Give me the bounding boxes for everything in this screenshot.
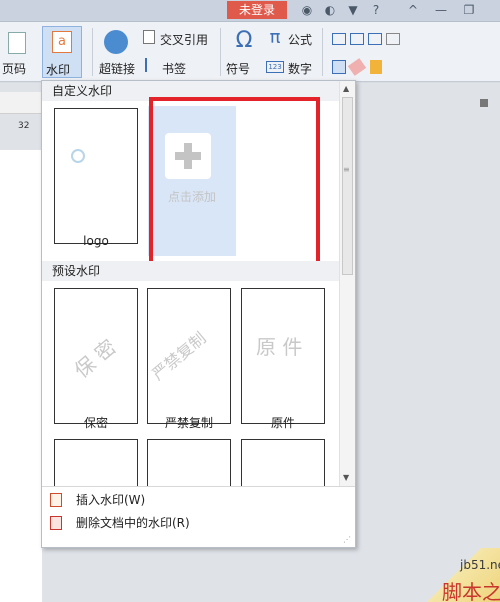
title-bar: 未登录 ◉ ◐ ▼ ? ^ — ❐ — [0, 0, 500, 22]
watermark-thumbnail[interactable] — [241, 439, 325, 486]
restore-icon[interactable]: ❐ — [462, 3, 476, 17]
site-url: jb51.net — [460, 558, 500, 572]
watermark-button[interactable]: a 水印 — [42, 26, 82, 78]
globe-icon — [104, 30, 128, 54]
textbox-icon[interactable] — [332, 33, 346, 45]
hyperlink-button[interactable]: 超链接 — [99, 60, 135, 77]
form-icon[interactable] — [368, 33, 382, 45]
number-button[interactable]: 数字 — [288, 60, 312, 77]
ribbon-separator — [92, 28, 93, 76]
symbol-button[interactable]: 符号 — [226, 60, 250, 77]
cross-reference-button[interactable]: 交叉引用 — [160, 31, 208, 48]
table-icon[interactable] — [386, 33, 400, 45]
cross-reference-icon — [143, 30, 155, 44]
watermark-thumbnail-original[interactable]: 原 件 — [241, 288, 325, 424]
insert-watermark-icon — [50, 493, 62, 507]
watermark-thumbnail[interactable] — [147, 439, 231, 486]
watermark-label-logo: logo — [83, 234, 109, 248]
bookmark-icon — [145, 58, 155, 72]
minimize-icon[interactable]: — — [434, 3, 448, 17]
insert-watermark-label: 插入水印(W) — [76, 493, 146, 507]
preset-watermark-section-title: 预设水印 — [42, 261, 339, 281]
menu-divider — [42, 486, 355, 487]
scroll-thumb[interactable] — [342, 97, 353, 275]
eraser-icon[interactable] — [347, 58, 367, 76]
skin-icon[interactable]: ◐ — [323, 3, 337, 17]
panel-scrollbar[interactable]: ▲ ≡ ▼ — [339, 81, 355, 486]
delete-watermark-label: 删除文档中的水印(R) — [76, 516, 190, 530]
symbol-icon: Ω — [235, 28, 253, 53]
insert-watermark-menu-item[interactable]: 插入水印(W) — [50, 490, 340, 510]
watermark-thumbnail[interactable] — [54, 439, 138, 486]
login-button[interactable]: 未登录 — [227, 1, 287, 19]
watermark-icon: a — [52, 31, 72, 53]
horizontal-ruler — [0, 92, 42, 114]
scroll-down-icon[interactable]: ▼ — [343, 473, 349, 482]
ribbon-separator — [322, 28, 323, 76]
formula-button[interactable]: 公式 — [288, 31, 312, 48]
ruler-number: 32 — [18, 121, 30, 131]
logo-watermark-icon — [71, 149, 123, 167]
watermark-text: 严禁复制 — [148, 328, 210, 385]
watermark-dropdown-panel: 自定义水印 logo 点击添加 预设水印 保 密 保密 严禁复制 严禁复制 原 … — [41, 80, 356, 548]
watermark-label-confidential: 保密 — [83, 416, 108, 430]
watermark-text: 原 件 — [256, 335, 303, 359]
watermark-thumbnail-confidential[interactable]: 保 密 — [54, 288, 138, 424]
watermark-label-no-copy: 严禁复制 — [164, 416, 213, 430]
delete-watermark-menu-item[interactable]: 删除文档中的水印(R) — [50, 513, 340, 533]
resize-grip-icon[interactable]: ⋰ — [343, 535, 351, 544]
formula-icon: π — [269, 27, 281, 48]
checkbox-icon[interactable] — [350, 33, 364, 45]
watermark-thumbnail-logo[interactable] — [54, 108, 138, 244]
site-name: 脚本之家 — [442, 580, 500, 602]
collapse-icon[interactable]: ^ — [406, 3, 420, 17]
page-number-button[interactable]: 页码 — [2, 60, 26, 77]
number-icon: 123 — [266, 61, 284, 73]
watermark-label-original: 原件 — [270, 416, 295, 430]
scroll-up-icon[interactable]: ▲ — [343, 84, 349, 93]
help-icon[interactable]: ? — [369, 3, 383, 17]
watermark-thumbnail-no-copy[interactable]: 严禁复制 — [147, 288, 231, 424]
highlight-annotation-box — [149, 97, 320, 272]
bookmark-button[interactable]: 书签 — [162, 60, 186, 77]
ruler-toggle-icon[interactable] — [480, 99, 488, 107]
settings-icon[interactable]: ◉ — [300, 3, 314, 17]
page-number-icon — [8, 32, 26, 54]
watermark-text: 保 密 — [69, 334, 121, 383]
site-watermark: jb51.net 脚本之家 — [420, 548, 500, 602]
lock-icon[interactable] — [370, 60, 382, 74]
ribbon-separator — [220, 28, 221, 76]
delete-watermark-icon — [50, 516, 62, 530]
scroll-grip-icon: ≡ — [343, 165, 350, 174]
shirt-icon[interactable]: ▼ — [346, 3, 360, 17]
watermark-button-label: 水印 — [46, 63, 71, 77]
document-page[interactable] — [0, 150, 42, 602]
object-icon[interactable] — [332, 60, 346, 74]
